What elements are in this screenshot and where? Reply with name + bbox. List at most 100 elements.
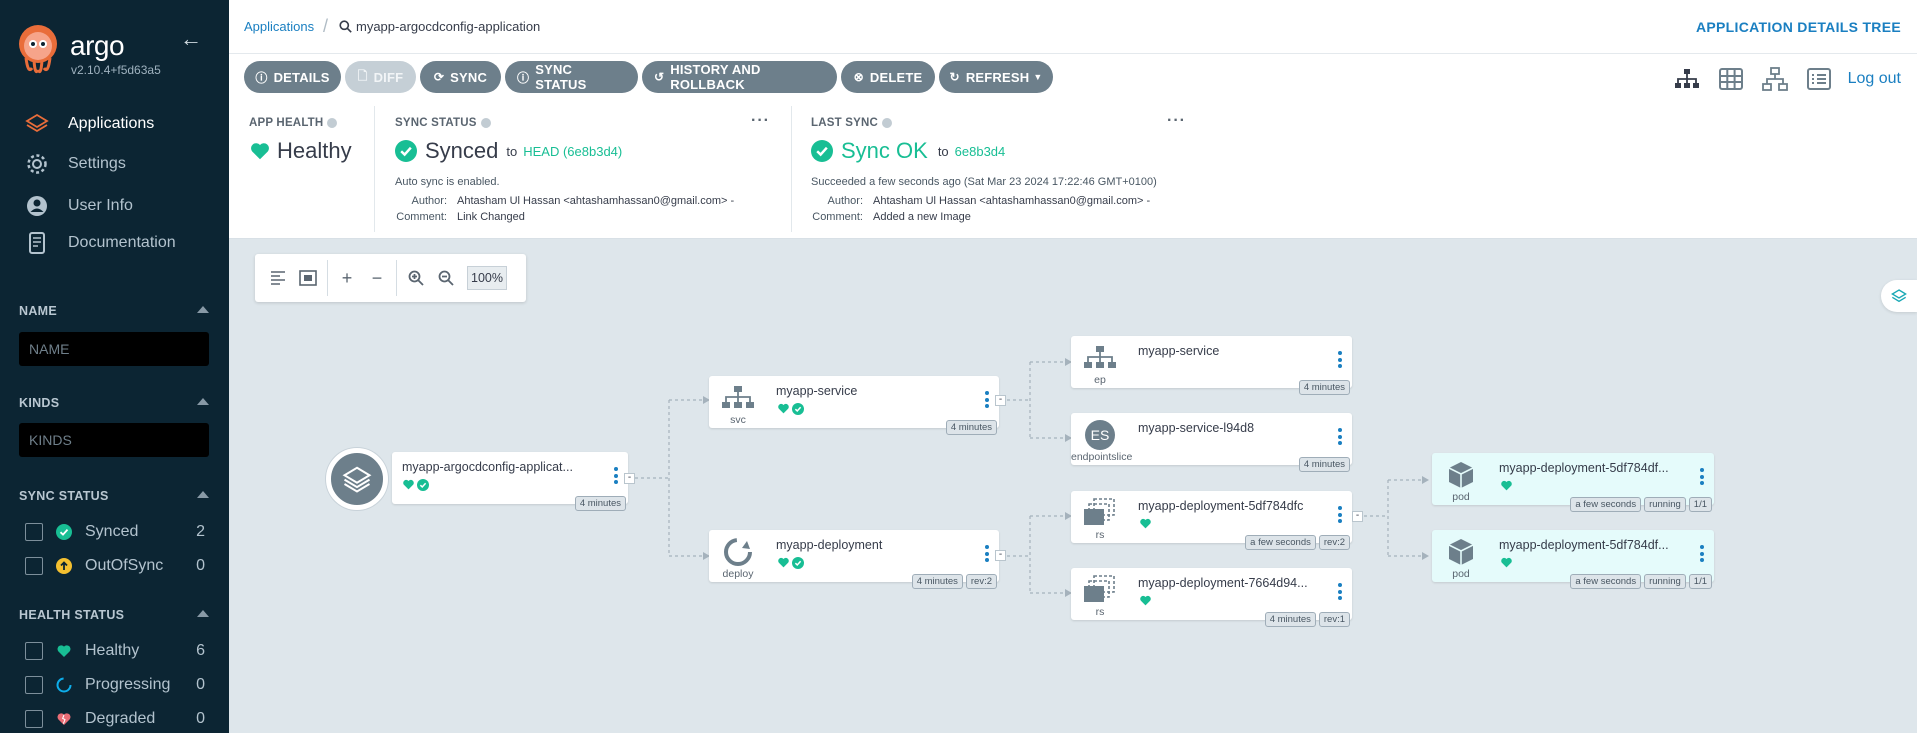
node-tags: a few seconds running 1/1 — [1567, 574, 1712, 589]
collapse-triangle-icon[interactable] — [197, 398, 209, 405]
view-switcher: Log out — [1658, 64, 1901, 94]
collapse-node-toggle[interactable]: - — [995, 395, 1006, 406]
divider — [374, 106, 375, 232]
diff-button[interactable]: 🗋 DIFF — [345, 61, 416, 93]
node-menu-icon[interactable] — [985, 391, 989, 411]
node-endpointslice[interactable]: ES endpointslice myapp-service-l94d8 4 m… — [1071, 413, 1352, 472]
help-icon[interactable] — [881, 118, 892, 128]
node-menu-icon[interactable] — [1700, 545, 1704, 565]
nav-documentation[interactable]: Documentation — [24, 230, 176, 256]
nav-user-info[interactable]: User Info — [24, 193, 133, 219]
history-icon: ↺ — [654, 70, 665, 84]
layers-icon — [342, 466, 372, 493]
nav-applications[interactable]: Applications — [24, 111, 154, 137]
layers-icon — [24, 111, 50, 137]
node-endpoints[interactable]: ep myapp-service 4 minutes — [1071, 336, 1352, 395]
filter-healthy[interactable]: Healthy 6 — [25, 639, 205, 663]
filter-outofsync[interactable]: OutOfSync 0 — [25, 554, 205, 578]
more-options-icon[interactable]: ··· — [1167, 112, 1186, 130]
node-pod[interactable]: pod myapp-deployment-5df784df... a few s… — [1432, 453, 1714, 512]
checkbox[interactable] — [25, 676, 43, 694]
node-kind: pod — [1452, 568, 1470, 580]
tree-view-icon[interactable] — [1672, 64, 1702, 94]
node-menu-icon[interactable] — [1338, 506, 1342, 526]
refresh-button[interactable]: ↻ REFRESH ▼ — [939, 61, 1053, 93]
argo-logo[interactable] — [18, 24, 58, 78]
arrow-up-circle-icon — [55, 557, 73, 575]
last-sync-value[interactable]: Sync OK to 6e8b3d4 — [811, 138, 1005, 164]
node-deployment[interactable]: deploy myapp-deployment 4 minutes rev:2 — [709, 530, 999, 589]
heart-icon — [778, 557, 789, 568]
kinds-filter-input[interactable] — [19, 423, 209, 457]
sync-button[interactable]: ⟳ SYNC — [420, 61, 501, 93]
node-service[interactable]: svc myapp-service 4 minutes — [709, 376, 999, 435]
node-application[interactable]: myapp-argocdconfig-applicat... 4 minutes — [392, 452, 628, 511]
delete-button[interactable]: ⊗ DELETE — [841, 61, 935, 93]
collapse-arrow-icon[interactable]: ← — [180, 28, 202, 50]
more-options-icon[interactable]: ··· — [751, 112, 770, 130]
last-sync-revision-link[interactable]: 6e8b3d4 — [955, 144, 1006, 159]
node-replicaset[interactable]: rs myapp-deployment-5df784dfc a few seco… — [1071, 491, 1352, 550]
checkbox[interactable] — [25, 642, 43, 660]
collapse-node-toggle[interactable]: - — [1352, 511, 1363, 522]
collapse-triangle-icon[interactable] — [197, 491, 209, 498]
filter-label: Healthy — [85, 642, 140, 659]
node-status — [777, 556, 804, 569]
node-menu-icon[interactable] — [1338, 583, 1342, 603]
help-icon[interactable] — [480, 118, 491, 128]
sync-revision-link[interactable]: HEAD (6e8b3d4) — [523, 144, 622, 159]
page-title: APPLICATION DETAILS TREE — [1695, 19, 1901, 35]
breadcrumb-current[interactable]: myapp-argocdconfig-application — [339, 19, 540, 34]
sync-icon: ⟳ — [433, 70, 445, 84]
app-health-value[interactable]: Healthy — [249, 138, 352, 164]
node-menu-icon[interactable] — [1700, 468, 1704, 488]
grid-view-icon[interactable] — [1716, 64, 1746, 94]
history-rollback-button[interactable]: ↺ HISTORY AND ROLLBACK — [642, 61, 837, 93]
sidebar: argo v2.10.4+f5d63a5 ← Applications Sett… — [0, 0, 229, 733]
node-replicaset[interactable]: rs myapp-deployment-7664d94... 4 minutes… — [1071, 568, 1352, 627]
app-health-label: APP HEALTH — [249, 117, 338, 129]
last-sync-meta: Author: Ahtasham Ul Hassan <ahtashamhassa… — [812, 195, 1151, 223]
network-view-icon[interactable] — [1760, 64, 1790, 94]
list-view-icon[interactable] — [1804, 64, 1834, 94]
logout-link[interactable]: Log out — [1848, 70, 1901, 88]
node-name: myapp-service — [1138, 344, 1220, 358]
health-status-filter-title[interactable]: HEALTH STATUS — [19, 608, 209, 622]
checkbox[interactable] — [25, 523, 43, 541]
name-filter-title[interactable]: NAME — [19, 304, 209, 318]
search-icon — [339, 20, 352, 33]
node-menu-icon[interactable] — [1338, 351, 1342, 371]
last-sync-note: Succeeded a few seconds ago (Sat Mar 23 … — [811, 176, 1157, 188]
node-tags: a few seconds running 1/1 — [1567, 497, 1712, 512]
nav-settings[interactable]: Settings — [24, 151, 126, 177]
delete-circle-icon: ⊗ — [853, 70, 864, 84]
node-menu-icon[interactable] — [1338, 428, 1342, 448]
filter-synced[interactable]: Synced 2 — [25, 520, 205, 544]
checkbox[interactable] — [25, 557, 43, 575]
breadcrumb-applications[interactable]: Applications — [244, 19, 314, 34]
node-tags: 4 minutes — [1296, 380, 1350, 395]
file-icon: 🗋 — [357, 68, 368, 83]
sync-status-filter-title[interactable]: SYNC STATUS — [19, 489, 209, 503]
node-menu-icon[interactable] — [614, 467, 618, 487]
name-filter-input[interactable] — [19, 332, 209, 366]
collapse-triangle-icon[interactable] — [197, 306, 209, 313]
app-root-icon[interactable] — [326, 448, 388, 510]
node-menu-icon[interactable] — [985, 545, 989, 565]
filter-degraded[interactable]: Degraded 0 — [25, 707, 205, 731]
filter-label: Progressing — [85, 676, 171, 693]
node-pod[interactable]: pod myapp-deployment-5df784df... a few s… — [1432, 530, 1714, 589]
collapse-node-toggle[interactable]: - — [624, 473, 635, 484]
sync-status-button[interactable]: ⓘ SYNC STATUS — [505, 61, 638, 93]
kinds-filter-title[interactable]: KINDS — [19, 396, 209, 410]
checkbox[interactable] — [25, 710, 43, 728]
details-button[interactable]: ⓘ DETAILS — [244, 61, 341, 93]
filter-progressing[interactable]: Progressing 0 — [25, 673, 205, 697]
collapse-triangle-icon[interactable] — [197, 610, 209, 617]
sync-status-value[interactable]: Synced to HEAD (6e8b3d4) — [395, 138, 622, 164]
collapse-node-toggle[interactable]: - — [995, 550, 1006, 561]
help-icon[interactable] — [327, 118, 338, 128]
user-icon — [24, 193, 50, 219]
node-kind: endpointslice — [1071, 451, 1133, 463]
node-name: myapp-deployment-7664d94... — [1138, 576, 1308, 590]
